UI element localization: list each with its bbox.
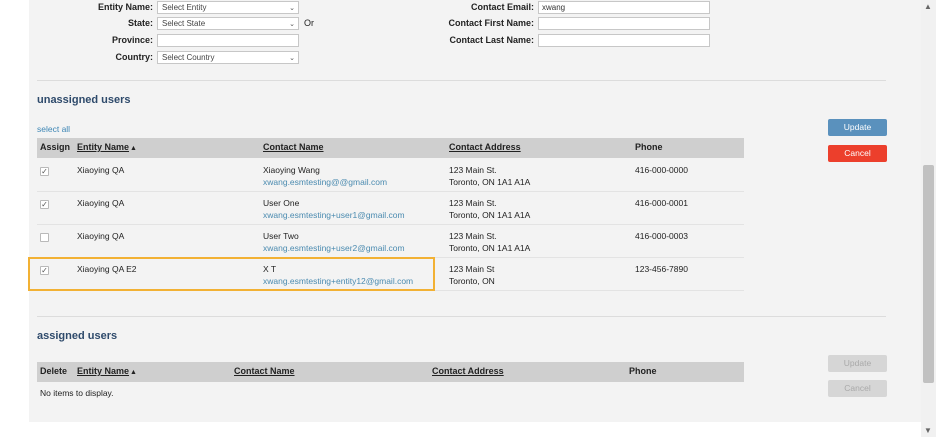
state-select[interactable]: Select State ⌄ xyxy=(157,17,299,30)
col-entity-name[interactable]: Entity Name▲ xyxy=(77,366,137,376)
entity-name-cell: Xiaoying QA xyxy=(77,231,125,241)
col-entity-name-label: Entity Name xyxy=(77,142,130,152)
contact-last-name-label: Contact Last Name: xyxy=(449,35,534,45)
contact-first-name-label: Contact First Name: xyxy=(448,18,534,28)
assign-checkbox[interactable]: ✓ xyxy=(40,200,49,209)
address-line-1: 123 Main St. xyxy=(449,231,497,241)
contact-address-cell: 123 Main St. Toronto, ON 1A1 A1A xyxy=(449,230,530,254)
assigned-users-title: assigned users xyxy=(37,330,118,342)
table-row: ✓ Xiaoying QA Xiaoying Wang xwang.esmtestin… xyxy=(37,159,744,192)
assigned-table-header: Delete Entity Name▲ Contact Name Contact… xyxy=(37,362,744,382)
col-contact-name[interactable]: Contact Name xyxy=(234,366,295,376)
table-row: ✓ Xiaoying QA User One xwang.esmtesting+use… xyxy=(37,192,744,225)
contact-name: Xiaoying Wang xyxy=(263,165,320,175)
contact-email-input[interactable]: xwang xyxy=(538,1,710,14)
assigned-update-button[interactable]: Update xyxy=(828,355,887,372)
contact-email-label: Contact Email: xyxy=(470,2,534,12)
phone-cell: 123-456-7890 xyxy=(635,264,688,274)
col-entity-name[interactable]: Entity Name▲ xyxy=(77,142,137,152)
phone-cell: 416-000-0003 xyxy=(635,231,688,241)
scroll-up-icon[interactable]: ▲ xyxy=(924,2,932,11)
unassigned-cancel-button[interactable]: Cancel xyxy=(828,145,887,162)
col-phone: Phone xyxy=(635,142,663,152)
contact-last-name-input[interactable] xyxy=(538,34,710,47)
assign-checkbox[interactable]: ✓ xyxy=(40,167,49,176)
scrollbar-thumb[interactable] xyxy=(923,165,934,383)
col-contact-name[interactable]: Contact Name xyxy=(263,142,324,152)
address-line-2: Toronto, ON 1A1 A1A xyxy=(449,243,531,253)
empty-message: No items to display. xyxy=(40,388,114,398)
scroll-down-icon[interactable]: ▼ xyxy=(924,426,932,435)
address-line-2: Toronto, ON 1A1 A1A xyxy=(449,210,531,220)
or-text: Or xyxy=(304,18,314,28)
address-line-1: 123 Main St. xyxy=(449,165,497,175)
contact-email[interactable]: xwang.esmtesting@@gmail.com xyxy=(263,177,387,187)
select-all-link[interactable]: select all xyxy=(37,124,70,134)
contact-name-cell: User Two xwang.esmtesting+user2@gmail.com xyxy=(263,230,405,254)
phone-cell: 416-000-0001 xyxy=(635,198,688,208)
unassigned-update-button[interactable]: Update xyxy=(828,119,887,136)
sort-asc-icon: ▲ xyxy=(130,369,137,376)
col-contact-address[interactable]: Contact Address xyxy=(432,366,504,376)
entity-name-select[interactable]: Select Entity ⌄ xyxy=(157,1,299,14)
state-label: State: xyxy=(127,18,153,28)
col-entity-name-label: Entity Name xyxy=(77,366,130,376)
state-value: Select State xyxy=(162,19,206,28)
contact-name-cell: Xiaoying Wang xwang.esmtesting@@gmail.com xyxy=(263,164,387,188)
province-input[interactable] xyxy=(157,34,299,47)
contact-email[interactable]: xwang.esmtesting+user1@gmail.com xyxy=(263,210,405,220)
province-label: Province: xyxy=(111,35,153,45)
table-row: Xiaoying QA User Two xwang.esmtesting+user… xyxy=(37,225,744,258)
entity-name-cell: Xiaoying QA xyxy=(77,198,125,208)
contact-name: User Two xyxy=(263,231,299,241)
country-select[interactable]: Select Country ⌄ xyxy=(157,51,299,64)
chevron-down-icon: ⌄ xyxy=(289,55,295,62)
contact-address-cell: 123 Main St. Toronto, ON 1A1 A1A xyxy=(449,197,530,221)
divider xyxy=(37,316,886,317)
country-value: Select Country xyxy=(162,53,215,62)
vertical-scrollbar[interactable]: ▲ ▼ xyxy=(921,0,936,437)
contact-address-cell: 123 Main St. Toronto, ON 1A1 A1A xyxy=(449,164,530,188)
contact-name: User One xyxy=(263,198,300,208)
contact-first-name-input[interactable] xyxy=(538,17,710,30)
address-line-2: Toronto, ON 1A1 A1A xyxy=(449,177,531,187)
country-label: Country: xyxy=(115,52,154,62)
sort-asc-icon: ▲ xyxy=(130,145,137,152)
entity-name-label: Entity Name: xyxy=(97,2,153,12)
contact-email[interactable]: xwang.esmtesting+user2@gmail.com xyxy=(263,243,405,253)
contact-name-cell: User One xwang.esmtesting+user1@gmail.com xyxy=(263,197,405,221)
col-delete: Delete xyxy=(40,366,68,376)
assign-checkbox[interactable] xyxy=(40,233,49,242)
address-line-2: Toronto, ON xyxy=(449,276,495,286)
chevron-down-icon: ⌄ xyxy=(289,5,295,12)
address-line-1: 123 Main St. xyxy=(449,198,497,208)
col-phone: Phone xyxy=(629,366,657,376)
chevron-down-icon: ⌄ xyxy=(289,21,295,28)
col-assign: Assign xyxy=(40,142,71,152)
unassigned-users-title: unassigned users xyxy=(37,94,131,106)
contact-address-cell: 123 Main St Toronto, ON xyxy=(449,263,495,287)
unassigned-table-header: Assign Entity Name▲ Contact Name Contact… xyxy=(37,138,744,158)
phone-cell: 416-000-0000 xyxy=(635,165,688,175)
divider xyxy=(37,80,886,81)
row-highlight xyxy=(28,257,435,291)
assigned-cancel-button[interactable]: Cancel xyxy=(828,380,887,397)
address-line-1: 123 Main St xyxy=(449,264,495,274)
entity-name-cell: Xiaoying QA xyxy=(77,165,125,175)
col-contact-address[interactable]: Contact Address xyxy=(449,142,521,152)
entity-name-value: Select Entity xyxy=(162,3,207,12)
